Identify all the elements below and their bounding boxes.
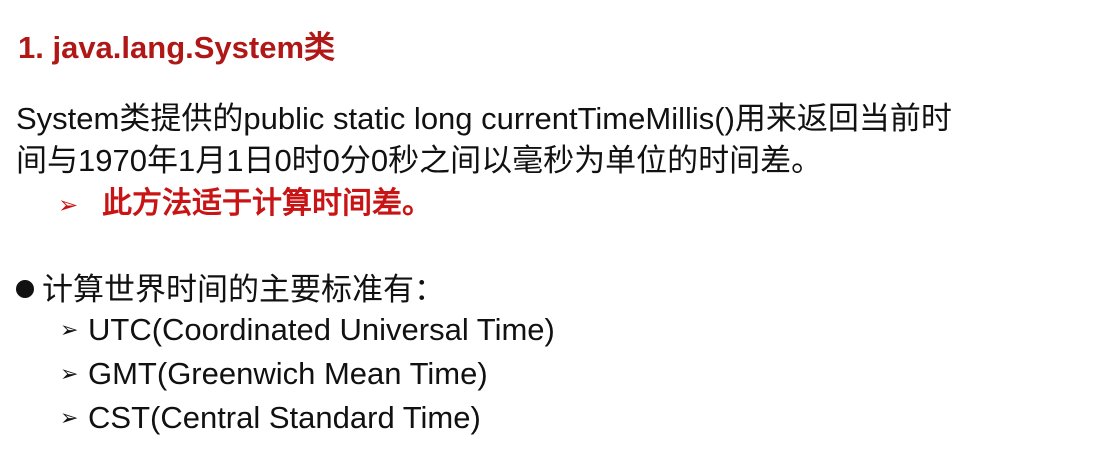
paragraph-line-2: 间与1970年1月1日0时0分0秒之间以毫秒为单位的时间差。: [16, 143, 823, 178]
slide-title: 1. java.lang.System类: [18, 30, 336, 65]
description-paragraph: System类提供的public static long currentTime…: [16, 98, 1086, 182]
standards-heading-text: 计算世界时间的主要标准有：: [42, 272, 445, 307]
highlight-note: ➢ 此方法适于计算时间差。: [58, 182, 432, 228]
arrow-bullet-icon: ➢: [58, 192, 79, 219]
list-item: ➢ CST(Central Standard Time): [60, 396, 555, 440]
list-item-text: GMT(Greenwich Mean Time): [88, 356, 488, 391]
standards-heading: 计算世界时间的主要标准有：: [16, 268, 445, 312]
slide: 1. java.lang.System类 System类提供的public st…: [0, 0, 1098, 453]
highlight-text: 此方法适于计算时间差。: [102, 187, 432, 220]
bullet-dot-icon: [16, 280, 34, 298]
standards-list: ➢ UTC(Coordinated Universal Time) ➢ GMT(Gr…: [60, 308, 555, 440]
arrow-bullet-icon: ➢: [60, 405, 79, 430]
list-item: ➢ GMT(Greenwich Mean Time): [60, 352, 555, 396]
list-item-text: CST(Central Standard Time): [88, 400, 481, 435]
list-item-text: UTC(Coordinated Universal Time): [88, 312, 555, 347]
paragraph-line-1: System类提供的public static long currentTime…: [16, 101, 952, 136]
arrow-bullet-icon: ➢: [60, 361, 79, 386]
list-item: ➢ UTC(Coordinated Universal Time): [60, 308, 555, 352]
arrow-bullet-icon: ➢: [60, 317, 79, 342]
